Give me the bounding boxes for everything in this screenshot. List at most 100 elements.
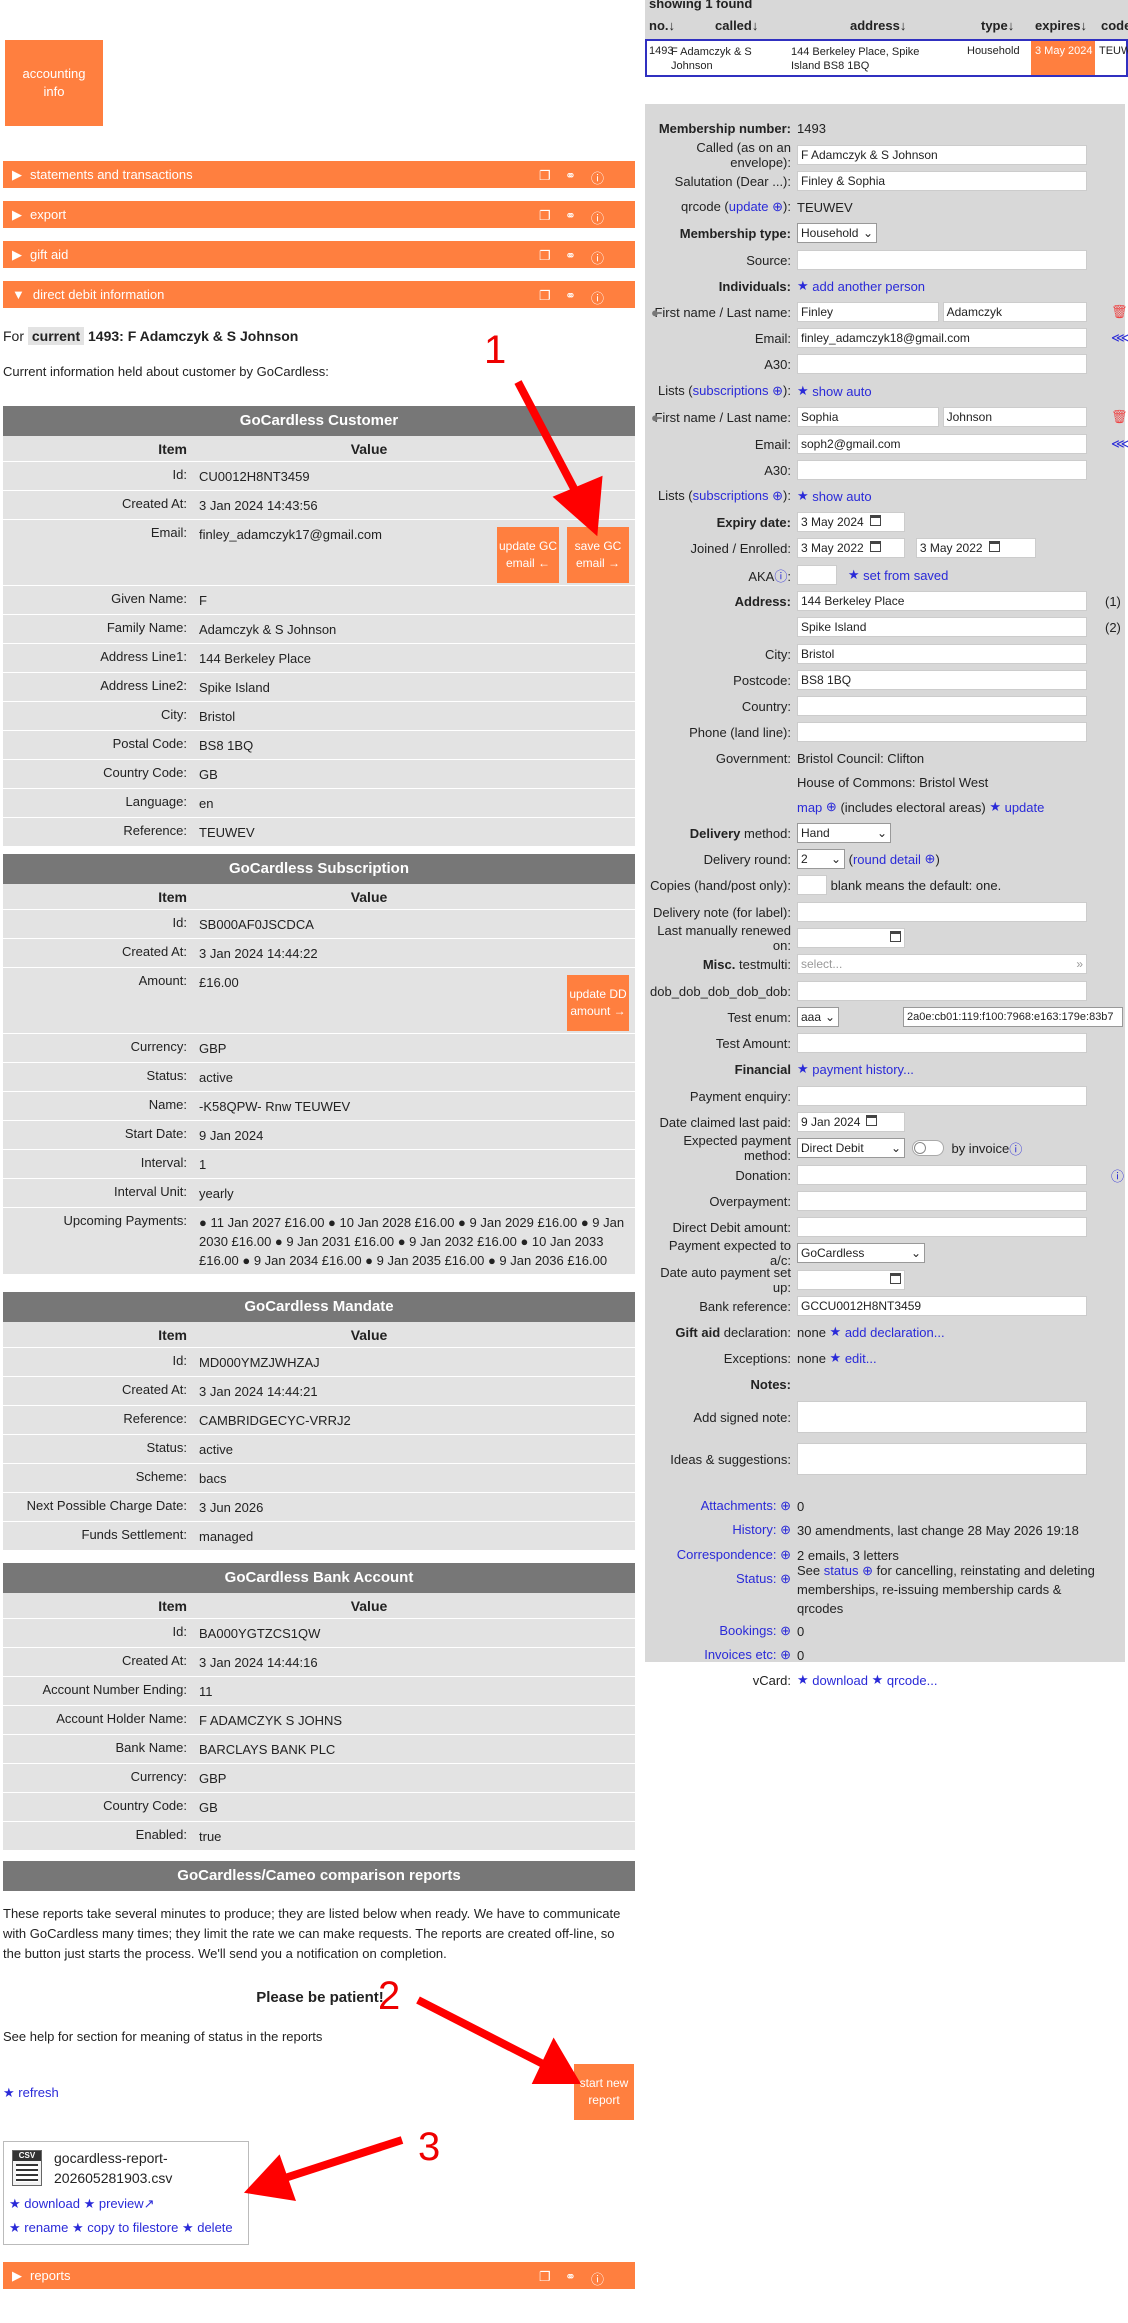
expiry-date-input[interactable]: 3 May 2024	[797, 512, 905, 532]
col-called[interactable]: called↓	[715, 18, 758, 33]
delivery-note-input[interactable]	[797, 902, 1087, 922]
help-icon[interactable]: ⓘ	[1009, 1139, 1022, 1158]
form-row: City: Bristol	[645, 643, 1125, 665]
col-address[interactable]: address↓	[850, 18, 906, 33]
show-auto-link[interactable]: show auto	[812, 384, 871, 399]
bookings-link[interactable]: Bookings:	[719, 1623, 776, 1638]
col-type[interactable]: type↓	[981, 18, 1014, 33]
show-auto-link[interactable]: show auto	[812, 489, 871, 504]
circle-arrow-icon[interactable]: ⊕	[862, 1563, 873, 1578]
trash-icon[interactable]: 🗑	[1111, 409, 1128, 425]
country-input[interactable]	[797, 696, 1087, 716]
testmulti-select[interactable]: select...»	[797, 954, 1087, 974]
circle-arrow-icon[interactable]: ⊕	[772, 383, 783, 398]
address-line2-input[interactable]: Spike Island	[797, 617, 1087, 637]
bank-reference-input[interactable]: GCCU0012H8NT3459	[797, 1296, 1087, 1316]
calendar-icon[interactable]	[866, 1115, 878, 1126]
exceptions-edit-link[interactable]: edit...	[845, 1351, 877, 1366]
add-person-link[interactable]: add another person	[812, 279, 925, 294]
called-input[interactable]: F Adamczyk & S Johnson	[797, 145, 1087, 165]
vcard-qrcode-link[interactable]: qrcode...	[887, 1673, 938, 1688]
first-name-input[interactable]: Finley	[797, 302, 939, 322]
share-icon[interactable]: ⋘	[1111, 330, 1128, 346]
help-icon[interactable]: ⓘ	[1111, 1166, 1124, 1185]
address-line1-input[interactable]: 144 Berkeley Place	[797, 591, 1087, 611]
invoices-link[interactable]: Invoices etc:	[704, 1647, 776, 1662]
help-icon[interactable]: ⓘ	[774, 569, 787, 584]
circle-arrow-icon[interactable]: ⊕	[780, 1623, 791, 1638]
star-icon: ★	[797, 383, 809, 398]
first-name-input[interactable]: Sophia	[797, 407, 939, 427]
by-invoice-toggle[interactable]	[912, 1140, 945, 1156]
circle-arrow-icon[interactable]: ⊕	[780, 1547, 791, 1562]
last-name-input[interactable]: Johnson	[942, 407, 1087, 427]
membership-type-select[interactable]: Household ⌄	[797, 223, 877, 243]
attachments-link[interactable]: Attachments:	[701, 1498, 777, 1513]
subscriptions-link[interactable]: subscriptions	[693, 383, 769, 398]
payment-enquiry-input[interactable]	[797, 1086, 1087, 1106]
map-link[interactable]: map	[797, 800, 822, 815]
aka-input[interactable]	[797, 565, 837, 585]
circle-arrow-icon[interactable]: ⊕	[780, 1647, 791, 1662]
calendar-icon[interactable]	[890, 1273, 901, 1284]
a30-input[interactable]	[797, 460, 1087, 480]
correspondence-link[interactable]: Correspondence:	[677, 1547, 777, 1562]
payment-account-select[interactable]: GoCardless ⌄	[797, 1243, 925, 1263]
col-expires[interactable]: expires↓	[1035, 18, 1087, 33]
calendar-icon[interactable]	[988, 541, 1000, 552]
signed-note-textarea[interactable]	[797, 1401, 1087, 1433]
overpayment-input[interactable]	[797, 1191, 1087, 1211]
test-enum-select[interactable]: aaa ⌄	[797, 1007, 839, 1027]
test-amount-input[interactable]	[797, 1033, 1087, 1053]
auto-payment-date-input[interactable]	[797, 1270, 905, 1290]
circle-arrow-icon[interactable]: ⊕	[925, 851, 936, 867]
set-from-saved-link[interactable]: set from saved	[863, 568, 948, 583]
share-icon[interactable]: ⋘	[1111, 436, 1128, 452]
dob-input[interactable]	[797, 981, 1087, 1001]
ideas-textarea[interactable]	[797, 1443, 1087, 1475]
circle-arrow-icon[interactable]: ⊕	[780, 1571, 791, 1586]
email-input[interactable]: soph2@gmail.com	[797, 434, 1087, 454]
email-input[interactable]: finley_adamczyk18@gmail.com	[797, 328, 1087, 348]
payment-history-link[interactable]: payment history...	[812, 1062, 914, 1077]
circle-arrow-icon[interactable]: ⊕	[772, 199, 783, 214]
calendar-icon[interactable]	[869, 515, 881, 526]
calendar-icon[interactable]	[869, 541, 881, 552]
expected-payment-select[interactable]: Direct Debit ⌄	[797, 1138, 905, 1158]
col-no[interactable]: no.↓	[649, 18, 675, 33]
delivery-round-select[interactable]: 2 ⌄	[797, 849, 845, 869]
dd-amount-input[interactable]	[797, 1217, 1087, 1237]
joined-date-input[interactable]: 3 May 2022	[797, 538, 905, 558]
postcode-input[interactable]: BS8 1BQ	[797, 670, 1087, 690]
date-claimed-input[interactable]: 9 Jan 2024	[797, 1112, 905, 1132]
circle-arrow-icon[interactable]: ⊕	[772, 488, 783, 503]
salutation-input[interactable]: Finley & Sophia	[797, 171, 1087, 191]
circle-arrow-icon[interactable]: ⊕	[780, 1498, 791, 1513]
vcard-download-link[interactable]: download	[812, 1673, 868, 1688]
qrcode-update-link[interactable]: update	[729, 199, 769, 214]
add-declaration-link[interactable]: add declaration...	[845, 1325, 945, 1340]
round-detail-link[interactable]: round detail	[853, 852, 921, 867]
delivery-method-select[interactable]: Hand ⌄	[797, 823, 891, 843]
result-row[interactable]: 1493 F Adamczyk & S Johnson 144 Berkeley…	[645, 39, 1128, 77]
source-input[interactable]	[797, 250, 1087, 270]
history-link[interactable]: History:	[732, 1522, 776, 1537]
col-code[interactable]: code	[1101, 18, 1128, 33]
circle-arrow-icon[interactable]: ⊕	[826, 799, 837, 815]
last-name-input[interactable]: Adamczyk	[942, 302, 1087, 322]
government-update-link[interactable]: update	[1005, 800, 1045, 815]
calendar-icon[interactable]	[890, 931, 901, 942]
trash-icon[interactable]: 🗑	[1111, 304, 1128, 320]
copies-input[interactable]	[797, 875, 827, 895]
phone-input[interactable]	[797, 722, 1087, 742]
a30-input[interactable]	[797, 354, 1087, 374]
city-input[interactable]: Bristol	[797, 644, 1087, 664]
enrolled-date-input[interactable]: 3 May 2022	[915, 538, 1036, 558]
donation-input[interactable]	[797, 1165, 1087, 1185]
status-link[interactable]: Status:	[736, 1571, 776, 1586]
status-inline-link[interactable]: status	[824, 1563, 859, 1578]
circle-arrow-icon[interactable]: ⊕	[780, 1522, 791, 1537]
last-renewed-input[interactable]	[797, 928, 905, 948]
subscriptions-link[interactable]: subscriptions	[693, 488, 769, 503]
person-icon: ●	[651, 304, 659, 320]
